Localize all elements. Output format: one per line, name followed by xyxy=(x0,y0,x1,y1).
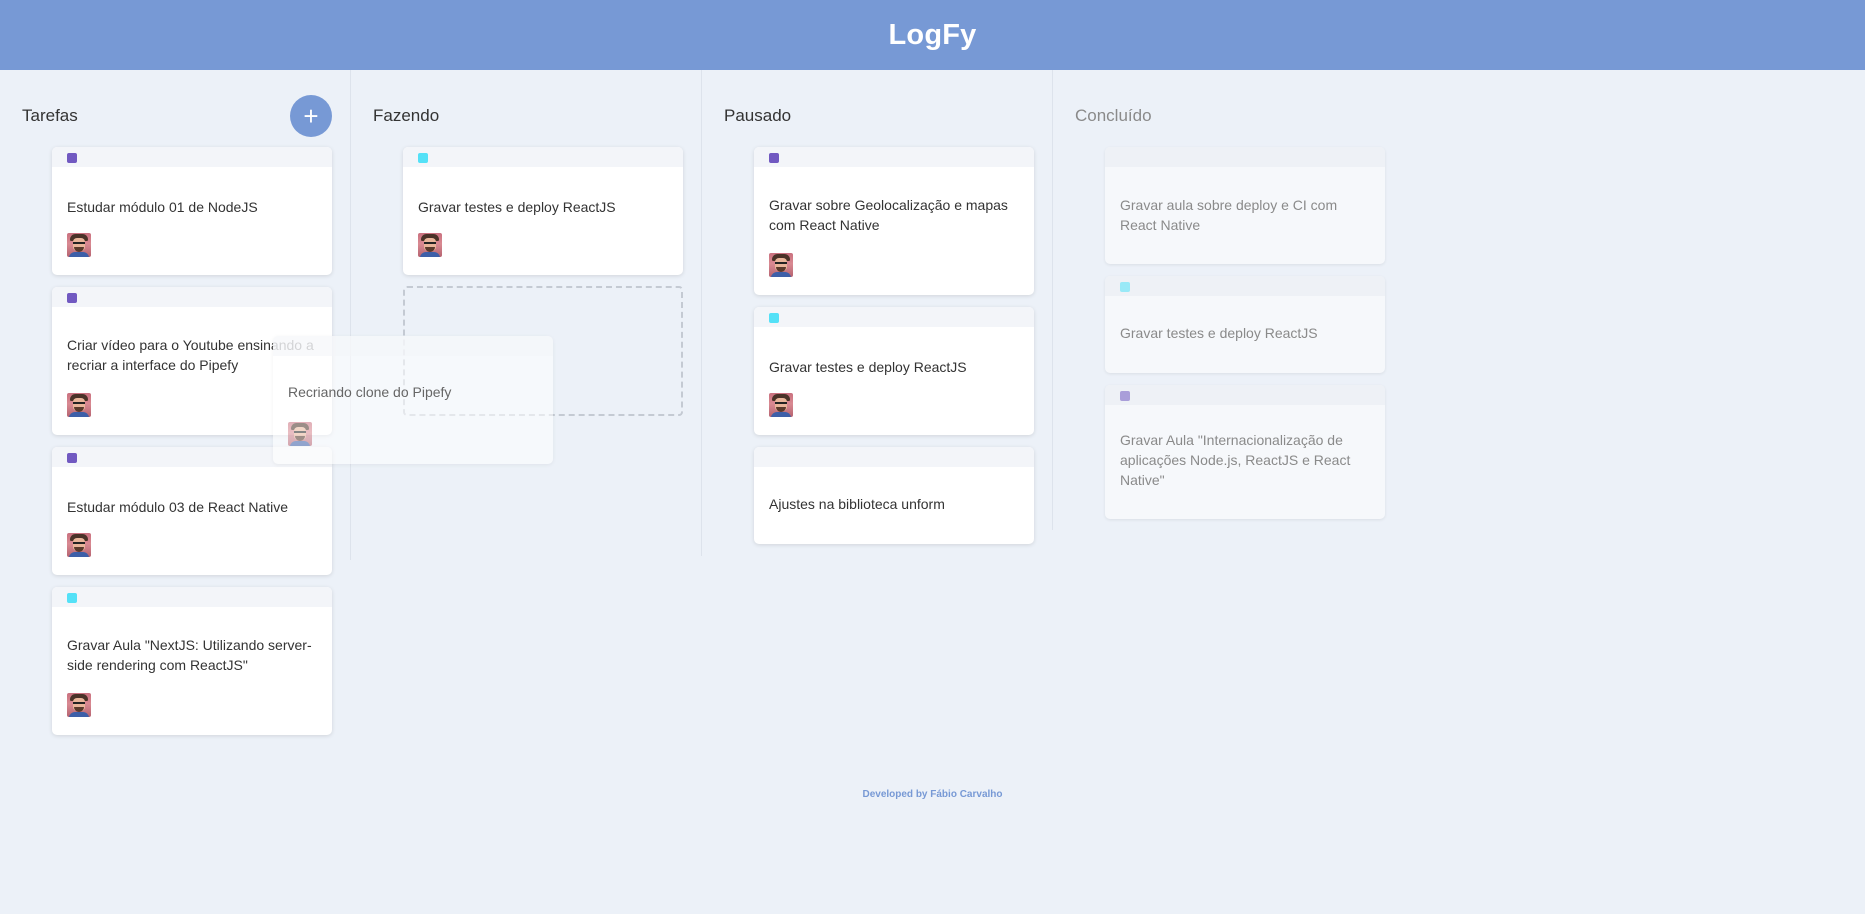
avatar xyxy=(769,253,793,277)
card-title: Gravar testes e deploy ReactJS xyxy=(1120,325,1318,341)
column-title: Tarefas xyxy=(22,106,78,125)
column-title: Fazendo xyxy=(373,106,440,125)
card[interactable]: Gravar testes e deploy ReactJS xyxy=(403,147,683,275)
card[interactable]: Gravar Aula "Internacionalização de apli… xyxy=(1105,385,1385,519)
card-title: Estudar módulo 03 de React Native xyxy=(67,499,289,515)
card-title: Gravar testes e deploy ReactJS xyxy=(418,199,616,215)
avatar xyxy=(418,233,442,257)
column-title: Concluído xyxy=(1075,106,1152,125)
add-card-button[interactable]: + xyxy=(290,95,332,137)
app-title: LogFy xyxy=(888,18,977,51)
avatar xyxy=(67,233,91,257)
column-concluido: Concluído Gravar aula sobre deploy e CI … xyxy=(1053,70,1404,550)
card-label xyxy=(67,293,77,303)
card-label xyxy=(769,313,779,323)
card-label xyxy=(769,153,779,163)
card[interactable]: Gravar Aula "NextJS: Utilizando server-s… xyxy=(52,587,332,735)
column-fazendo: Fazendo Gravar testes e deploy ReactJS xyxy=(351,70,702,556)
card-label xyxy=(67,593,77,603)
card-title: Gravar testes e deploy ReactJS xyxy=(769,359,967,375)
avatar xyxy=(67,393,91,417)
card-title: Gravar Aula "Internacionalização de apli… xyxy=(1120,432,1351,488)
card-title: Gravar aula sobre deploy e CI com React … xyxy=(1120,197,1338,233)
card-label xyxy=(1120,282,1130,292)
card-title: Gravar Aula "NextJS: Utilizando server-s… xyxy=(67,637,312,673)
column-tarefas: Tarefas + Estudar módulo 01 de NodeJS Cr… xyxy=(0,70,351,735)
avatar xyxy=(67,533,91,557)
card[interactable]: Gravar testes e deploy ReactJS xyxy=(754,307,1034,435)
app-header: LogFy xyxy=(0,0,1865,70)
card[interactable]: Gravar testes e deploy ReactJS xyxy=(1105,276,1385,373)
dragging-card[interactable]: Recriando clone do Pipefy xyxy=(273,336,553,464)
card[interactable]: Gravar sobre Geolocalização e mapas com … xyxy=(754,147,1034,295)
column-title: Pausado xyxy=(724,106,792,125)
card[interactable]: Ajustes na biblioteca unform xyxy=(754,447,1034,544)
card-label xyxy=(418,153,428,163)
card[interactable]: Gravar aula sobre deploy e CI com React … xyxy=(1105,147,1385,264)
card[interactable]: Estudar módulo 03 de React Native xyxy=(52,447,332,575)
card-title: Estudar módulo 01 de NodeJS xyxy=(67,199,258,215)
avatar xyxy=(67,693,91,717)
card-title: Recriando clone do Pipefy xyxy=(288,384,452,400)
card-title: Ajustes na biblioteca unform xyxy=(769,496,945,512)
column-pausado: Pausado Gravar sobre Geolocalização e ma… xyxy=(702,70,1053,544)
footer-credit: Developed by Fábio Carvalho xyxy=(862,789,1003,800)
card-title: Gravar sobre Geolocalização e mapas com … xyxy=(769,197,1008,233)
card-label xyxy=(67,453,77,463)
avatar xyxy=(769,393,793,417)
avatar xyxy=(288,422,312,446)
card-label xyxy=(67,153,77,163)
card-label xyxy=(1120,391,1130,401)
card[interactable]: Estudar módulo 01 de NodeJS xyxy=(52,147,332,275)
